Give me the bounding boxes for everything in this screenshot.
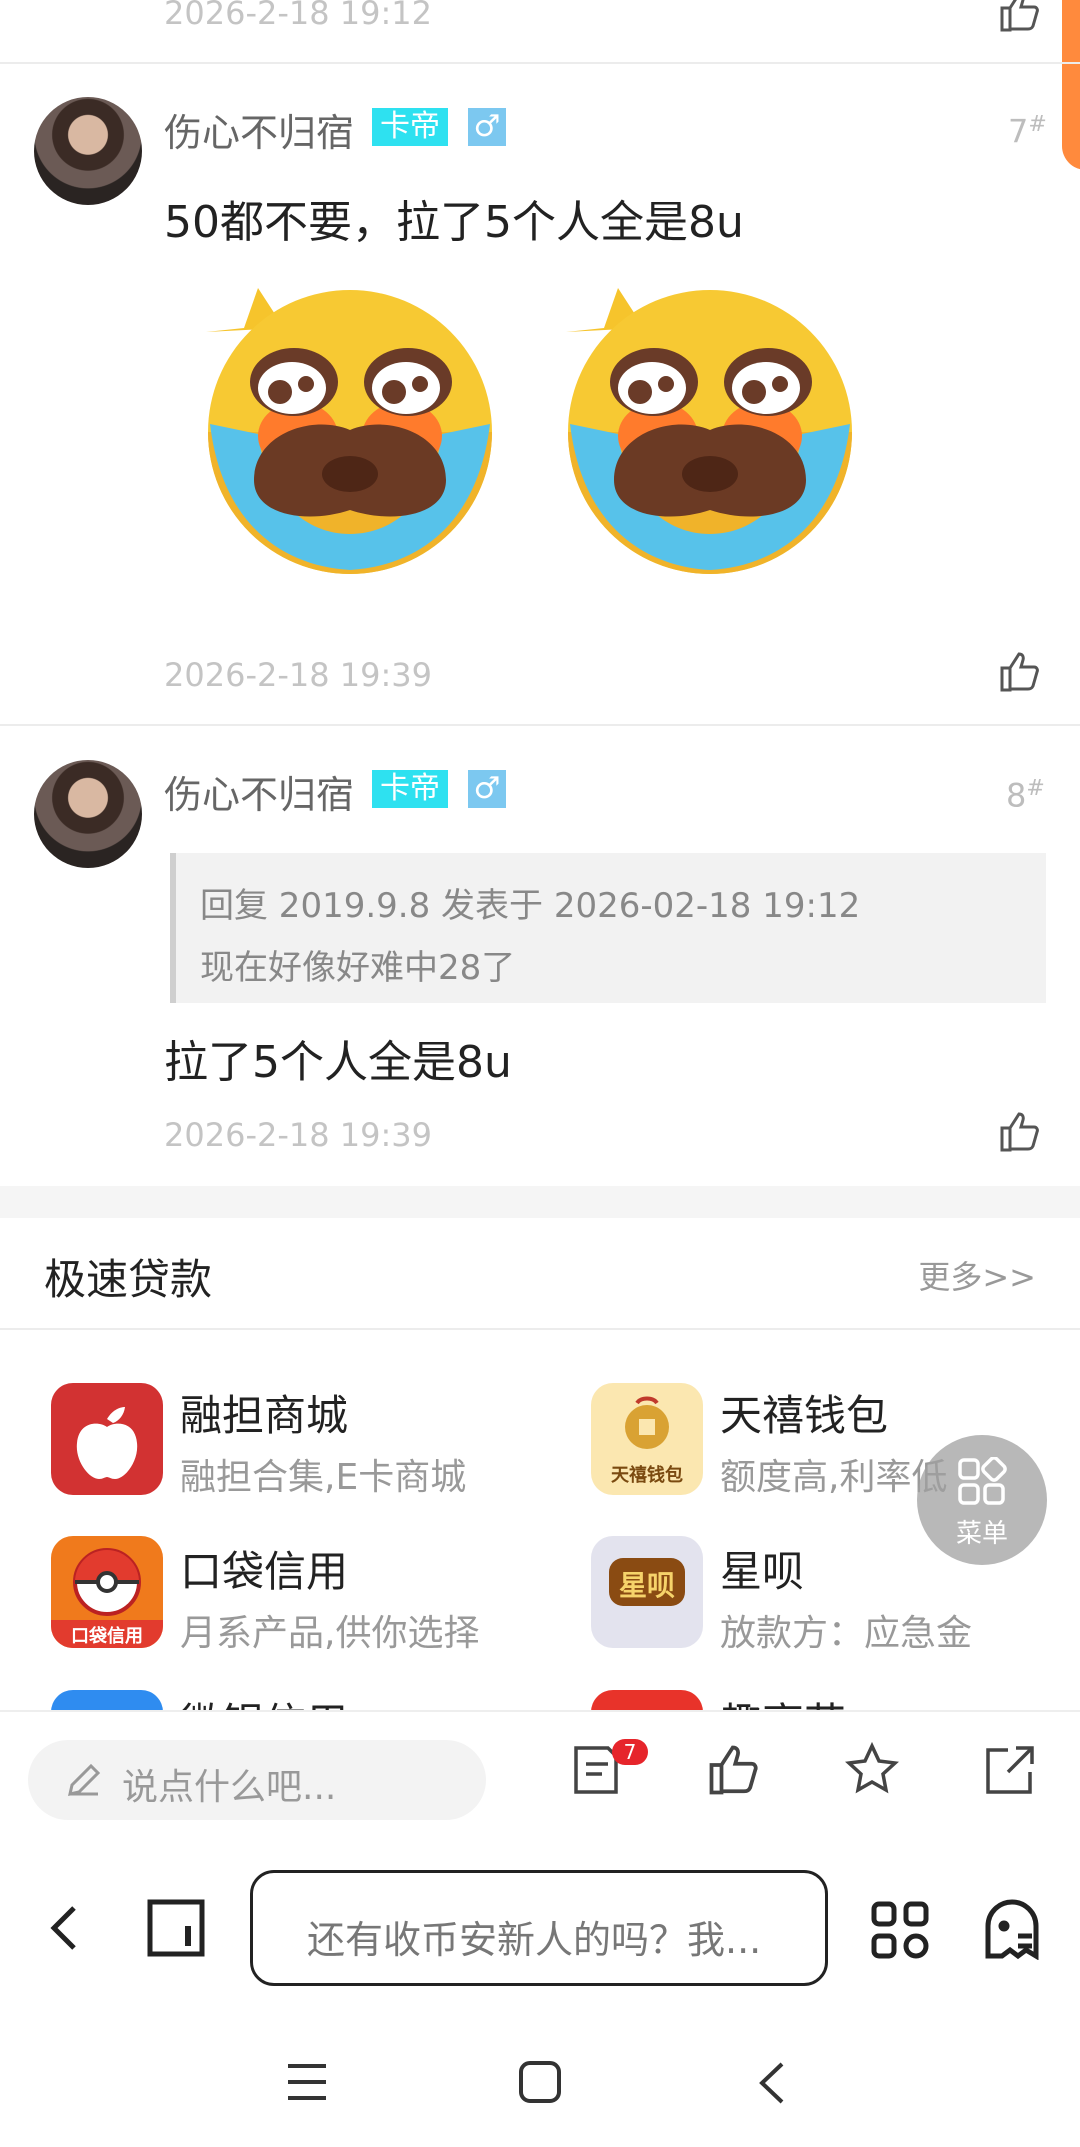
share-icon[interactable]	[980, 1740, 1040, 1800]
orange-edge-decoration	[1062, 0, 1080, 170]
ghost-icon[interactable]	[982, 1898, 1042, 1960]
level-badge: 卡帝	[372, 770, 448, 808]
coin-wallet-icon[interactable]: 天禧钱包	[591, 1383, 703, 1495]
xingbei-icon[interactable]: 星呗	[591, 1536, 703, 1648]
post-date: 2026-2-18 19:12	[164, 0, 432, 32]
level-badge: 卡帝	[372, 108, 448, 146]
divider	[0, 724, 1080, 726]
app-icon-text: 星呗	[618, 1569, 675, 1602]
male-icon: ♂	[468, 108, 506, 146]
system-back-icon[interactable]	[756, 2060, 786, 2106]
app-icon-text: 天禧钱包	[611, 1465, 683, 1486]
address-bar[interactable]: 还有收币安新人的吗？我...	[250, 1870, 828, 1986]
menu-label: 菜单	[955, 1519, 1008, 1549]
quote-header: 回复 2019.9.8 发表于 2026-02-18 19:12	[200, 886, 861, 926]
home-icon[interactable]	[518, 2060, 562, 2104]
app-name[interactable]: 微银信用	[180, 1690, 348, 1710]
recents-icon[interactable]	[286, 2062, 328, 2102]
reply-quote[interactable]: 回复 2019.9.8 发表于 2026-02-18 19:12 现在好像好难中…	[170, 853, 1046, 1003]
tabs-icon[interactable]	[146, 1898, 206, 1958]
app-name-clip: 微银信用	[180, 1690, 380, 1710]
male-icon: ♂	[468, 770, 506, 808]
crying-emoji-sticker	[192, 284, 502, 574]
like-icon[interactable]	[996, 648, 1044, 700]
avatar[interactable]	[34, 97, 142, 205]
comment-input[interactable]: 说点什么吧...	[28, 1740, 486, 1820]
crying-emoji-sticker	[552, 284, 862, 574]
post-content: 拉了5个人全是8u	[164, 1037, 512, 1088]
app-desc: 月系产品,供你选择	[180, 1613, 480, 1654]
blue-app-icon[interactable]	[51, 1690, 163, 1712]
like-icon[interactable]	[704, 1740, 764, 1800]
floor-number: 8#	[1006, 776, 1045, 815]
grid-icon	[958, 1457, 1007, 1505]
app-name[interactable]: 趣享花	[720, 1690, 846, 1710]
section-title: 极速贷款	[44, 1255, 213, 1304]
notification-badge: 7	[612, 1739, 648, 1765]
comment-placeholder: 说点什么吧...	[122, 1767, 337, 1808]
app-name[interactable]: 融担商城	[180, 1382, 348, 1443]
app-name[interactable]: 口袋信用	[180, 1538, 348, 1599]
divider	[0, 62, 1080, 64]
app-name[interactable]: 天禧钱包	[720, 1382, 888, 1443]
browser-toolbar: 还有收币安新人的吗？我...	[0, 1858, 1080, 1998]
apple-logo-icon[interactable]	[51, 1383, 163, 1495]
red-app-icon[interactable]	[591, 1690, 703, 1712]
post-content: 50都不要，拉了5个人全是8u	[164, 197, 744, 248]
pokeball-icon[interactable]: 口袋信用	[51, 1536, 163, 1648]
app-desc: 额度高,利率低	[720, 1457, 948, 1498]
floating-menu-button[interactable]: 菜单	[917, 1435, 1047, 1565]
address-text: 还有收币安新人的吗？我...	[307, 1918, 762, 1962]
like-icon[interactable]	[996, 0, 1044, 40]
floor-number: 7#	[1008, 112, 1047, 151]
apps-grid-icon[interactable]	[870, 1900, 930, 1960]
more-link[interactable]: 更多>>	[918, 1252, 1036, 1298]
app-icon-text: 口袋信用	[71, 1626, 143, 1647]
app-name-clip: 趣享花	[720, 1690, 920, 1710]
app-desc: 融担合集,E卡商城	[180, 1457, 467, 1498]
app-desc: 放款方：应急金	[720, 1613, 973, 1654]
username[interactable]: 伤心不归宿	[164, 102, 354, 157]
quote-text: 现在好像好难中28了	[200, 948, 516, 988]
like-icon[interactable]	[996, 1108, 1044, 1160]
section-gap	[0, 1186, 1080, 1218]
star-icon[interactable]	[842, 1740, 902, 1800]
post-date: 2026-2-18 19:39	[164, 656, 432, 694]
divider	[0, 1328, 1080, 1330]
pencil-icon	[68, 1763, 101, 1796]
system-nav-bar	[0, 2020, 1080, 2147]
post-date: 2026-2-18 19:39	[164, 1116, 432, 1154]
back-icon[interactable]	[44, 1902, 84, 1954]
avatar[interactable]	[34, 760, 142, 868]
username[interactable]: 伤心不归宿	[164, 764, 354, 819]
action-bar: 说点什么吧... 7	[0, 1710, 1080, 1840]
app-name[interactable]: 星呗	[720, 1538, 804, 1599]
